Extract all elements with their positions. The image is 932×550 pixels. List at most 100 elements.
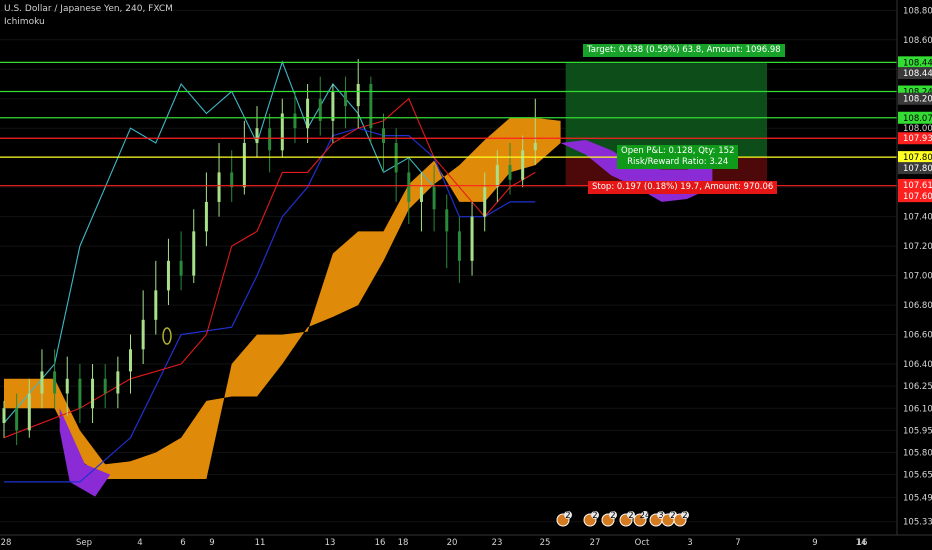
- price-label-text: 107.932: [903, 134, 932, 144]
- x-tick-label: 6: [180, 538, 185, 548]
- candle-body: [306, 98, 310, 129]
- open-pl-text: Open P&L: 0.128, Qty: 152: [621, 146, 735, 156]
- y-tick-label: 107.200: [903, 242, 932, 252]
- y-tick-label: 106.100: [903, 404, 932, 414]
- event-count: 2: [610, 511, 615, 521]
- price-label-text: 107.607: [903, 192, 932, 202]
- candle-body: [255, 128, 259, 143]
- candle-body: [344, 91, 348, 107]
- candle-body: [483, 187, 487, 217]
- stop-label: Stop: 0.197 (0.18%) 19.7, Amount: 970.06: [588, 181, 778, 194]
- x-tick-label: 9: [812, 538, 817, 548]
- candle-body: [280, 113, 284, 151]
- x-tick-label: 18: [398, 538, 409, 548]
- candle-body: [356, 84, 360, 107]
- x-tick-label: 28: [1, 538, 12, 548]
- candle-body: [230, 172, 234, 188]
- price-label-text: 108.447: [903, 58, 932, 68]
- candle-body: [154, 290, 158, 320]
- candle-body: [53, 371, 57, 394]
- x-tick-label: 3: [687, 538, 692, 548]
- y-tick-label: 105.950: [903, 426, 932, 436]
- chart-title: U.S. Dollar / Japanese Yen, 240, FXCM: [4, 4, 173, 14]
- y-tick-label: 105.330: [903, 518, 932, 528]
- price-chart[interactable]: 108.800108.600108.400108.200108.000107.8…: [0, 0, 932, 550]
- y-tick-label: 106.600: [903, 331, 932, 341]
- candle-body: [407, 172, 411, 202]
- candle-body: [508, 165, 512, 180]
- x-tick-label: 4: [137, 538, 142, 548]
- candle-body: [217, 172, 221, 202]
- x-tick-label: 11: [255, 538, 266, 548]
- candle-body: [27, 393, 31, 431]
- y-tick-label: 107.000: [903, 272, 932, 282]
- candle-body: [141, 319, 145, 350]
- candle-body: [166, 260, 170, 291]
- price-label-text: 108.442: [903, 69, 932, 79]
- candle-body: [457, 231, 461, 261]
- candle-body: [331, 91, 335, 121]
- indicator-label[interactable]: Ichimoku: [4, 17, 45, 27]
- event-count: 2: [592, 511, 597, 521]
- candle-body: [15, 408, 19, 431]
- candle-body: [116, 371, 120, 394]
- time-axis: 28 Sep 4 6 9 11 13 16 18 20 23 25 27 Oct 3 7 9 1416: [1, 538, 868, 548]
- event-count: 2: [628, 511, 633, 521]
- risk-reward-text: Risk/Reward Ratio: 3.24: [627, 157, 729, 167]
- price-label-text: 108.200: [903, 95, 932, 105]
- event-count: 24: [640, 511, 651, 521]
- candle-body: [369, 84, 373, 129]
- candle-body: [192, 231, 196, 276]
- x-tick-label: 16: [857, 538, 868, 548]
- x-tick-label: 27: [590, 538, 601, 548]
- event-count: 2: [682, 511, 687, 521]
- candle-body: [91, 378, 95, 409]
- y-tick-label: 106.250: [903, 382, 932, 392]
- y-tick-label: 106.800: [903, 301, 932, 311]
- x-tick-label: 13: [325, 538, 336, 548]
- y-tick-label: 108.600: [903, 36, 932, 46]
- candle-body: [432, 187, 436, 210]
- x-tick-label: 16: [375, 538, 386, 548]
- y-tick-label: 108.800: [903, 6, 932, 16]
- x-tick-label: 23: [492, 538, 503, 548]
- candle-body: [521, 150, 525, 180]
- x-tick-label: 7: [735, 538, 740, 548]
- y-tick-label: 105.495: [903, 493, 932, 503]
- candle-body: [382, 128, 385, 143]
- candle-body: [40, 371, 44, 394]
- price-label-text: 107.615: [903, 181, 932, 191]
- x-tick-label: 9: [209, 538, 214, 548]
- candle-body: [2, 408, 6, 423]
- event-count: 2: [565, 511, 570, 521]
- candle-body: [78, 378, 82, 409]
- y-tick-label: 105.650: [903, 471, 932, 481]
- x-tick-label: 20: [447, 538, 458, 548]
- candle-body: [179, 260, 183, 276]
- y-tick-label: 107.400: [903, 213, 932, 223]
- candle-body: [445, 209, 449, 232]
- candle-body: [129, 349, 132, 372]
- target-zone: [565, 63, 767, 158]
- candle-body: [495, 165, 499, 188]
- candle-body: [419, 187, 423, 202]
- y-tick-label: 105.800: [903, 448, 932, 458]
- candle-body: [103, 378, 107, 394]
- candles: [2, 58, 537, 446]
- y-tick-label: 106.400: [903, 360, 932, 370]
- candle-body: [293, 113, 297, 129]
- price-label-text: 108.071: [903, 114, 932, 124]
- target-label: Target: 0.638 (0.59%) 63.8, Amount: 1096…: [583, 44, 785, 57]
- x-tick-label: Oct: [635, 538, 650, 548]
- candle-body: [65, 378, 69, 394]
- candle-body: [470, 216, 474, 261]
- candle-body: [204, 201, 208, 232]
- candle-body: [242, 142, 246, 188]
- x-tick-label: Sep: [76, 538, 92, 548]
- event-markers: 2 2 2 2 24 3 2 2: [556, 511, 689, 527]
- highlight-ellipse: [162, 327, 172, 345]
- price-label-text: 107.804: [903, 153, 932, 163]
- candle-body: [533, 142, 537, 151]
- x-tick-label: 25: [540, 538, 551, 548]
- open-pl-label: Open P&L: 0.128, Qty: 152 Risk/Reward Ra…: [617, 145, 739, 169]
